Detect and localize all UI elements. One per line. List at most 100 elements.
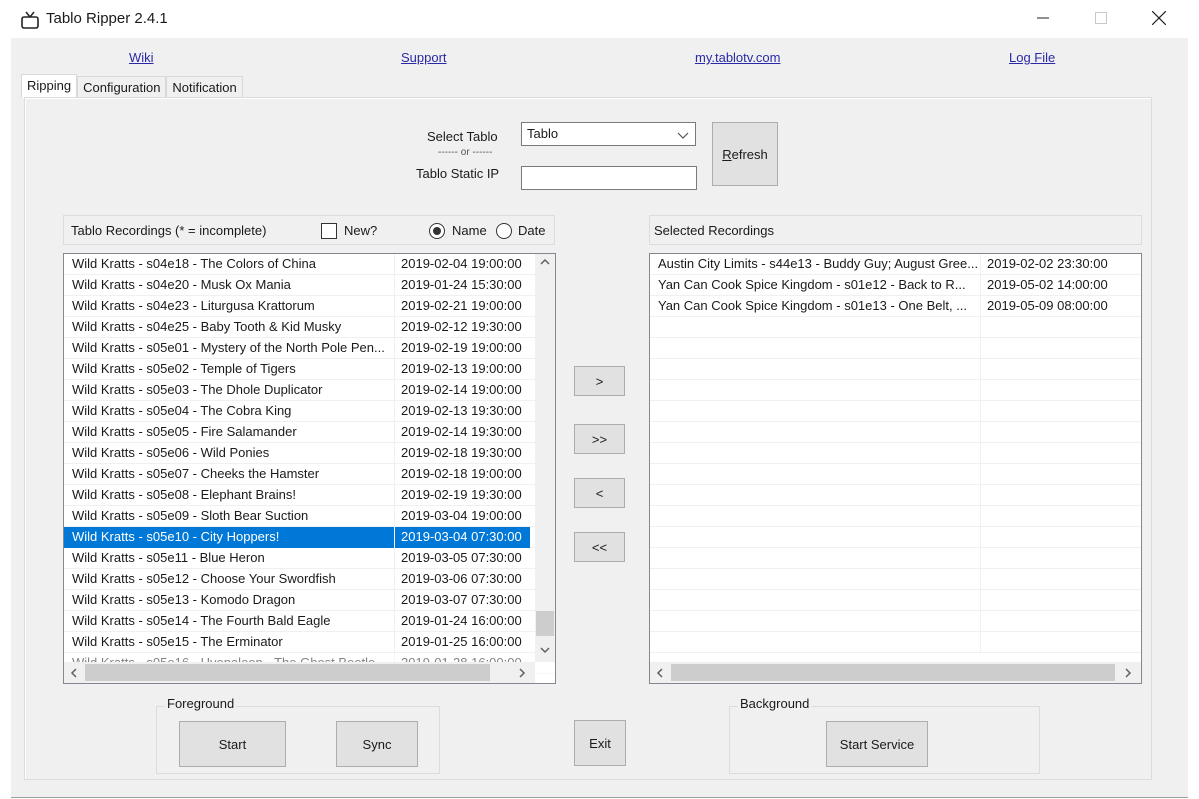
- selected-recording-row[interactable]: [650, 401, 1141, 422]
- recording-row[interactable]: Wild Kratts - s04e25 - Baby Tooth & Kid …: [64, 317, 555, 338]
- selected-recording-name-cell: [650, 506, 980, 527]
- wiki-link[interactable]: Wiki: [129, 50, 154, 65]
- recording-row[interactable]: Wild Kratts - s05e08 - Elephant Brains! 2…: [64, 485, 555, 506]
- scroll-up-icon[interactable]: [540, 256, 550, 270]
- recording-date-cell: 2019-03-05 07:30:00: [394, 548, 530, 569]
- selected-recording-row[interactable]: [650, 359, 1141, 380]
- scroll-left-icon[interactable]: [69, 667, 79, 681]
- tab-ripping[interactable]: Ripping: [21, 74, 78, 98]
- selected-recording-row[interactable]: [650, 422, 1141, 443]
- selected-recording-row[interactable]: [650, 527, 1141, 548]
- log-file-link[interactable]: Log File: [1009, 50, 1055, 65]
- maximize-button[interactable]: [1078, 0, 1124, 38]
- scroll-down-icon[interactable]: [540, 644, 550, 658]
- recording-row[interactable]: Wild Kratts - s05e04 - The Cobra King 201…: [64, 401, 555, 422]
- recording-date-cell: 2019-02-04 19:00:00: [394, 254, 530, 275]
- refresh-button[interactable]: Refresh: [712, 122, 778, 186]
- scroll-right-icon[interactable]: [517, 667, 527, 681]
- tab-configuration[interactable]: Configuration: [77, 76, 167, 98]
- recording-row[interactable]: Wild Kratts - s05e09 - Sloth Bear Suctio…: [64, 506, 555, 527]
- minimize-button[interactable]: [1020, 0, 1066, 38]
- selected-hscroll-thumb[interactable]: [671, 664, 1115, 681]
- sort-date-radio[interactable]: [496, 223, 512, 239]
- selected-recording-date-cell: [980, 422, 1141, 443]
- recording-row[interactable]: Wild Kratts - s05e01 - Mystery of the No…: [64, 338, 555, 359]
- selected-recordings-header-label: Selected Recordings: [654, 223, 774, 238]
- selected-recording-row[interactable]: [650, 464, 1141, 485]
- recording-row[interactable]: Wild Kratts - s05e03 - The Dhole Duplica…: [64, 380, 555, 401]
- recording-row[interactable]: Wild Kratts - s05e14 - The Fourth Bald E…: [64, 611, 555, 632]
- selected-recording-row[interactable]: [650, 485, 1141, 506]
- recordings-vscroll-thumb[interactable]: [536, 611, 554, 636]
- recording-date-cell: 2019-03-06 07:30:00: [394, 569, 530, 590]
- recording-date-cell: 2019-02-12 19:30:00: [394, 317, 530, 338]
- recordings-vertical-scrollbar[interactable]: [535, 254, 555, 662]
- background-legend: Background: [738, 696, 812, 711]
- recording-name-cell: Wild Kratts - s05e04 - The Cobra King: [72, 403, 292, 418]
- recording-name-cell: Wild Kratts - s04e18 - The Colors of Chi…: [72, 256, 316, 271]
- scroll-left-icon[interactable]: [655, 667, 665, 681]
- recording-row[interactable]: Wild Kratts - s05e13 - Komodo Dragon 2019…: [64, 590, 555, 611]
- close-button[interactable]: [1136, 0, 1182, 38]
- recording-row[interactable]: Wild Kratts - s05e15 - The Erminator 2019…: [64, 632, 555, 653]
- recordings-horizontal-scrollbar[interactable]: [64, 662, 535, 683]
- selected-recording-row[interactable]: [650, 611, 1141, 632]
- selected-recording-name-cell: [650, 443, 980, 464]
- sync-button[interactable]: Sync: [336, 721, 418, 767]
- exit-button[interactable]: Exit: [574, 720, 626, 766]
- remove-selected-button[interactable]: <: [574, 478, 625, 508]
- minimize-icon: [1037, 12, 1049, 27]
- sort-name-radio[interactable]: [429, 223, 445, 239]
- selected-recording-date-cell: [980, 401, 1141, 422]
- start-service-button[interactable]: Start Service: [826, 721, 928, 767]
- tab-notification[interactable]: Notification: [166, 76, 243, 98]
- selected-recording-row[interactable]: [650, 590, 1141, 611]
- selected-recording-row[interactable]: Yan Can Cook Spice Kingdom - s01e13 - On…: [650, 296, 1141, 317]
- selected-recording-name-cell: [650, 380, 980, 401]
- selected-recordings-list[interactable]: Austin City Limits - s44e13 - Buddy Guy;…: [649, 253, 1142, 684]
- recording-row[interactable]: Wild Kratts - s05e05 - Fire Salamander 20…: [64, 422, 555, 443]
- add-selected-button[interactable]: >: [574, 366, 625, 396]
- recording-date-cell: 2019-02-13 19:30:00: [394, 401, 530, 422]
- selected-recording-row[interactable]: [650, 443, 1141, 464]
- selected-recording-row[interactable]: [650, 338, 1141, 359]
- recording-row[interactable]: Wild Kratts - s04e23 - Liturgusa Krattor…: [64, 296, 555, 317]
- recordings-list[interactable]: Wild Kratts - s04e18 - The Colors of Chi…: [63, 253, 556, 684]
- add-all-button[interactable]: >>: [574, 424, 625, 454]
- selected-recording-name-cell: Austin City Limits - s44e13 - Buddy Guy;…: [658, 256, 979, 271]
- tablo-select-dropdown[interactable]: Tablo: [521, 122, 696, 146]
- new-checkbox[interactable]: [321, 223, 337, 239]
- recording-row[interactable]: Wild Kratts - s05e07 - Cheeks the Hamste…: [64, 464, 555, 485]
- recording-row[interactable]: Wild Kratts - s05e02 - Temple of Tigers 2…: [64, 359, 555, 380]
- support-link[interactable]: Support: [401, 50, 447, 65]
- selected-recording-row[interactable]: [650, 506, 1141, 527]
- tablotv-link[interactable]: my.tablotv.com: [695, 50, 780, 65]
- recording-row[interactable]: Wild Kratts - s04e18 - The Colors of Chi…: [64, 254, 555, 275]
- foreground-group: Foreground Start Sync: [156, 696, 440, 774]
- recording-row[interactable]: Wild Kratts - s05e12 - Choose Your Sword…: [64, 569, 555, 590]
- selected-recording-row[interactable]: Yan Can Cook Spice Kingdom - s01e12 - Ba…: [650, 275, 1141, 296]
- recording-row[interactable]: Wild Kratts - s05e06 - Wild Ponies 2019-0…: [64, 443, 555, 464]
- selected-horizontal-scrollbar[interactable]: [650, 662, 1141, 683]
- selected-recording-date-cell: [980, 380, 1141, 401]
- selected-recording-row[interactable]: [650, 569, 1141, 590]
- recording-date-cell: 2019-02-18 19:30:00: [394, 443, 530, 464]
- recording-row[interactable]: Wild Kratts - s04e20 - Musk Ox Mania 2019…: [64, 275, 555, 296]
- recording-name-cell: Wild Kratts - s05e14 - The Fourth Bald E…: [72, 613, 331, 628]
- remove-all-button[interactable]: <<: [574, 532, 625, 562]
- selected-recording-name-cell: [650, 611, 980, 632]
- recording-row[interactable]: Wild Kratts - s05e10 - City Hoppers! 2019…: [64, 527, 555, 548]
- selected-recording-row[interactable]: [650, 548, 1141, 569]
- start-button[interactable]: Start: [179, 721, 286, 767]
- static-ip-input[interactable]: [521, 166, 697, 190]
- recording-row[interactable]: Wild Kratts - s05e11 - Blue Heron 2019-03…: [64, 548, 555, 569]
- selected-recording-name-cell: [650, 548, 980, 569]
- selected-recording-row[interactable]: [650, 317, 1141, 338]
- recording-date-cell: 2019-01-25 16:00:00: [394, 632, 530, 653]
- recordings-hscroll-thumb[interactable]: [85, 664, 490, 681]
- selected-recording-row[interactable]: Austin City Limits - s44e13 - Buddy Guy;…: [650, 254, 1141, 275]
- selected-recording-row[interactable]: [650, 380, 1141, 401]
- recording-name-cell: Wild Kratts - s05e08 - Elephant Brains!: [72, 487, 296, 502]
- selected-recording-row[interactable]: [650, 632, 1141, 653]
- scroll-right-icon[interactable]: [1123, 667, 1133, 681]
